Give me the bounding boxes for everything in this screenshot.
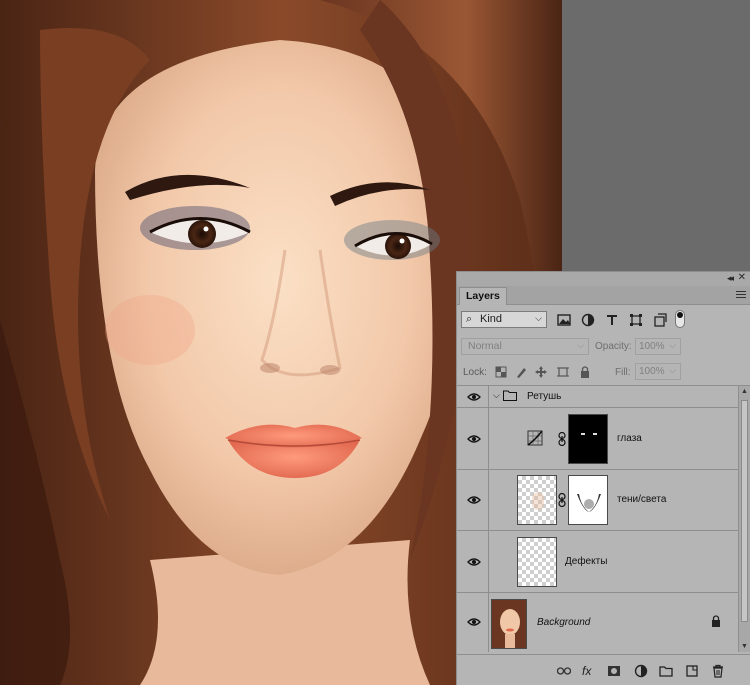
fx-icon[interactable]: fx: [582, 664, 596, 678]
new-group-icon[interactable]: [659, 664, 673, 678]
chevron-down-icon[interactable]: ⌵: [493, 390, 500, 401]
adjustment-filter-icon[interactable]: [581, 313, 595, 327]
eye-icon[interactable]: [467, 434, 481, 444]
layer-row-group[interactable]: ⌵ Ретушь: [457, 386, 739, 408]
chevron-down-icon: ⌵: [577, 340, 584, 350]
lock-all-icon[interactable]: [579, 366, 591, 378]
search-icon: ⌕: [466, 313, 473, 325]
close-icon[interactable]: ✕: [738, 272, 746, 283]
eye-icon[interactable]: [467, 617, 481, 627]
layer-thumbnail[interactable]: [517, 537, 557, 587]
eye-icon[interactable]: [467, 392, 481, 402]
chevron-down-icon: ⌵: [669, 365, 676, 375]
lock-row: Lock: Fill: 100% ⌵: [457, 359, 750, 386]
tab-layers[interactable]: Layers: [459, 287, 507, 305]
adjustment-layer-icon[interactable]: [634, 664, 648, 678]
opacity-label: Opacity:: [595, 341, 632, 352]
layers-list: ⌵ Ретушь глаза тени/света Дефекты Backgr…: [457, 386, 750, 652]
folder-icon: [503, 390, 517, 401]
layer-row-background[interactable]: Background: [457, 593, 739, 652]
filter-kind-select[interactable]: ⌕ Kind ⌵: [461, 311, 547, 328]
eye-icon[interactable]: [467, 557, 481, 567]
eye-icon[interactable]: [467, 495, 481, 505]
layer-thumbnail[interactable]: [517, 475, 557, 525]
filter-row: ⌕ Kind ⌵: [457, 305, 750, 335]
layer-name[interactable]: Background: [537, 617, 590, 628]
fill-value: 100%: [639, 366, 665, 377]
image-filter-icon[interactable]: [557, 313, 571, 327]
visibility-column: [457, 386, 489, 407]
lock-artboard-icon[interactable]: [557, 366, 569, 378]
layer-row-pixel[interactable]: Дефекты: [457, 531, 739, 593]
visibility-column: [457, 408, 489, 469]
layers-scrollbar[interactable]: ▲ ▼: [738, 386, 750, 652]
add-mask-icon[interactable]: [607, 664, 621, 678]
blend-mode-value: Normal: [468, 340, 502, 352]
scroll-up-icon[interactable]: ▲: [741, 388, 748, 395]
blend-row: Normal ⌵ Opacity: 100% ⌵: [457, 335, 750, 359]
fill-label: Fill:: [615, 367, 631, 378]
visibility-column: [457, 531, 489, 592]
layer-mask-thumbnail[interactable]: [568, 475, 608, 525]
layer-row-adjustment[interactable]: глаза: [457, 408, 739, 470]
opacity-field[interactable]: 100% ⌵: [635, 338, 681, 355]
smart-object-filter-icon[interactable]: [653, 313, 667, 327]
layer-mask-thumbnail[interactable]: [568, 414, 608, 464]
panel-menu-icon[interactable]: [736, 291, 746, 300]
opacity-value: 100%: [639, 341, 665, 352]
layer-name[interactable]: Ретушь: [527, 391, 561, 402]
layer-thumbnail[interactable]: [491, 599, 527, 649]
trash-icon[interactable]: [711, 664, 725, 678]
type-filter-icon[interactable]: [605, 313, 619, 327]
link-icon[interactable]: [558, 492, 566, 508]
chevron-down-icon: ⌵: [669, 340, 676, 350]
layer-row-pixel-mask[interactable]: тени/света: [457, 470, 739, 531]
shape-filter-icon[interactable]: [629, 313, 643, 327]
lock-icon: [711, 615, 721, 627]
link-layers-icon[interactable]: [556, 664, 572, 678]
new-layer-icon[interactable]: [685, 664, 699, 678]
filter-toggle[interactable]: [675, 310, 685, 328]
link-icon[interactable]: [558, 431, 566, 447]
filter-kind-label: Kind: [480, 313, 503, 325]
layer-name[interactable]: глаза: [617, 433, 642, 444]
lock-pixels-icon[interactable]: [515, 366, 527, 378]
layer-name[interactable]: тени/света: [617, 494, 666, 505]
lock-transparent-icon[interactable]: [495, 366, 507, 378]
curves-adjustment-icon[interactable]: [527, 430, 543, 446]
panel-bottom-toolbar: fx: [457, 654, 750, 685]
layers-panel: ◂◂ ✕ Layers ⌕ Kind ⌵ Normal ⌵ Opacity: 1…: [456, 271, 750, 685]
blend-mode-select[interactable]: Normal ⌵: [461, 338, 589, 355]
fill-field[interactable]: 100% ⌵: [635, 363, 681, 380]
scroll-down-icon[interactable]: ▼: [741, 643, 748, 650]
panel-tabbar: Layers: [457, 286, 750, 305]
collapse-icon[interactable]: ◂◂: [727, 273, 734, 284]
scroll-thumb[interactable]: [741, 400, 748, 622]
lock-position-icon[interactable]: [535, 366, 547, 378]
visibility-column: [457, 593, 489, 652]
visibility-column: [457, 470, 489, 530]
layer-name[interactable]: Дефекты: [565, 556, 607, 567]
lock-label: Lock:: [463, 367, 487, 378]
panel-header: ◂◂ ✕: [457, 272, 750, 286]
chevron-down-icon: ⌵: [535, 313, 542, 323]
